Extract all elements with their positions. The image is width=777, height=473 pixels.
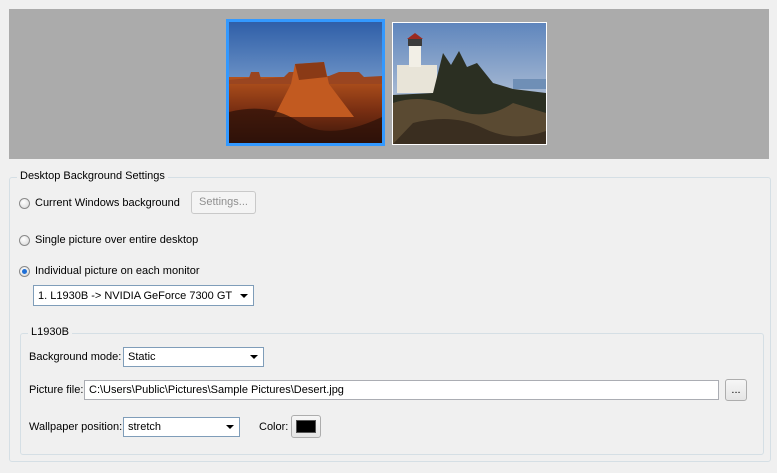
radio-circle-checked[interactable]: [19, 265, 30, 277]
wallpaper-position-label: Wallpaper position:: [29, 421, 123, 433]
group-title: Desktop Background Settings: [17, 170, 168, 182]
monitor-preview-area: [9, 9, 769, 159]
chevron-down-icon[interactable]: [250, 355, 258, 359]
radio-label: Current Windows background: [35, 197, 180, 209]
chevron-down-icon[interactable]: [240, 293, 248, 298]
radio-label: Individual picture on each monitor: [35, 265, 200, 277]
picture-file-input[interactable]: C:\Users\Public\Pictures\Sample Pictures…: [84, 380, 719, 400]
background-mode-dropdown[interactable]: Static: [123, 347, 264, 367]
radio-individual-picture[interactable]: Individual picture on each monitor: [19, 265, 199, 277]
color-picker-button[interactable]: [291, 415, 321, 438]
radio-circle[interactable]: [19, 197, 30, 209]
monitor-2-thumbnail[interactable]: [392, 22, 547, 145]
desert-image: [229, 22, 382, 143]
chevron-down-icon[interactable]: [226, 425, 234, 429]
settings-button[interactable]: Settings...: [191, 191, 256, 214]
radio-current-windows-background[interactable]: Current Windows background: [19, 197, 180, 209]
radio-label: Single picture over entire desktop: [35, 234, 199, 246]
browse-button[interactable]: ...: [725, 379, 747, 401]
monitor-select-dropdown[interactable]: 1. L1930B -> NVIDIA GeForce 7300 GT: [33, 285, 254, 306]
lighthouse-image: [393, 23, 546, 144]
radio-circle[interactable]: [19, 234, 30, 246]
background-mode-label: Background mode:: [29, 351, 122, 363]
picture-file-label: Picture file:: [29, 384, 84, 396]
color-swatch: [296, 420, 316, 433]
color-label: Color:: [259, 421, 289, 433]
radio-single-picture[interactable]: Single picture over entire desktop: [19, 234, 198, 246]
wallpaper-position-value: stretch: [128, 421, 162, 433]
wallpaper-position-dropdown[interactable]: stretch: [123, 417, 240, 437]
background-mode-value: Static: [128, 351, 156, 363]
monitor-group-title: L1930B: [28, 326, 72, 338]
monitor-select-value: 1. L1930B -> NVIDIA GeForce 7300 GT: [38, 289, 233, 302]
monitor-1-thumbnail[interactable]: [226, 19, 385, 146]
